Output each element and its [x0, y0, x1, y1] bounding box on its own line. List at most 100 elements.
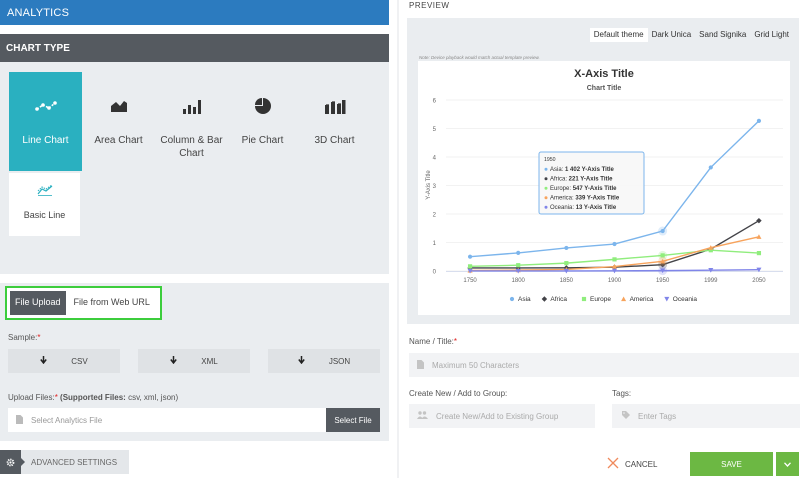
chart-container: X-Axis Title Chart Title Y-Axis Title 0 1…	[418, 61, 790, 315]
required-mark: *	[54, 393, 58, 402]
chart-type-line[interactable]: Line Chart	[9, 72, 82, 171]
required-mark: *	[37, 333, 41, 342]
tooltip-value: 13	[576, 205, 584, 211]
theme-grid-light[interactable]: Grid Light	[750, 28, 793, 42]
tooltip-swatch	[544, 167, 548, 171]
sample-json-button[interactable]: JSON	[268, 349, 380, 373]
legend-label: America	[630, 296, 654, 303]
tooltip-series: America:	[550, 196, 575, 202]
line-chart: X-Axis Title Chart Title Y-Axis Title 0 1…	[426, 68, 783, 303]
sample-label-text: Sample:	[8, 333, 38, 342]
chart-type-area[interactable]: Area Chart	[82, 72, 155, 171]
tab-file-web-url[interactable]: File from Web URL	[69, 291, 155, 315]
legend-marker[interactable]	[509, 296, 515, 302]
chart-type-column-bar[interactable]: Column & Bar Chart	[155, 72, 228, 171]
data-point[interactable]	[516, 263, 521, 268]
tooltip-suffix: Y-Axis Title	[587, 196, 620, 202]
legend-marker[interactable]	[541, 296, 548, 302]
tooltip-row: Europe: 547 Y-Axis Title	[550, 186, 617, 192]
data-point[interactable]	[756, 251, 762, 256]
file-icon	[417, 359, 424, 371]
legend-label: Africa	[550, 296, 567, 303]
tooltip-value: 1 402	[565, 167, 582, 173]
chart-type-title: CHART TYPE	[6, 43, 70, 54]
cancel-button[interactable]: CANCEL	[607, 453, 669, 475]
data-point[interactable]	[467, 254, 473, 259]
y-axis-label: Y-Axis Title	[426, 170, 432, 200]
x-tick-label: 1850	[560, 278, 574, 284]
tooltip-value: 221	[569, 177, 581, 183]
legend-marker[interactable]	[581, 296, 587, 302]
legend-item-america[interactable]: America	[621, 296, 654, 303]
chart-type-3d[interactable]: 3D Chart	[298, 72, 371, 171]
file-placeholder: Select Analytics File	[31, 415, 103, 425]
data-point[interactable]	[467, 264, 473, 269]
chevron-down-icon	[784, 460, 791, 469]
data-point[interactable]	[564, 261, 569, 266]
cancel-label: CANCEL	[625, 459, 658, 469]
preview-note: Note: Device playback would match actual…	[419, 55, 540, 60]
advanced-settings-toggle[interactable]: ADVANCED SETTINGS	[0, 450, 130, 474]
tooltip-header: 1950	[544, 157, 556, 163]
name-title-label: Name / Title:*	[409, 337, 457, 346]
tooltip-series: Asia:	[550, 167, 565, 173]
legend-label: Europe	[590, 296, 611, 303]
theme-default[interactable]: Default theme	[589, 28, 648, 42]
theme-sand-signika[interactable]: Sand Signika	[695, 28, 750, 42]
data-point[interactable]	[660, 228, 665, 234]
sample-json-label: JSON	[328, 356, 351, 366]
save-button[interactable]: SAVE	[690, 452, 773, 476]
name-placeholder: Maximum 50 Characters	[432, 360, 520, 370]
legend-item-asia[interactable]: Asia	[509, 296, 531, 303]
data-point[interactable]	[756, 118, 762, 123]
tags-input[interactable]: Enter Tags	[612, 404, 800, 428]
save-options-dropdown[interactable]	[776, 452, 799, 476]
name-title-input[interactable]: Maximum 50 Characters	[409, 353, 799, 377]
select-file-button[interactable]: Select File	[326, 408, 380, 432]
legend-marker[interactable]	[621, 296, 627, 302]
column-chart-icon	[155, 94, 228, 118]
data-point[interactable]	[708, 165, 713, 170]
legend-label: Asia	[518, 296, 531, 303]
upload-files-text: Upload Files:	[8, 393, 55, 402]
gear-icon	[0, 450, 21, 474]
tab-file-upload[interactable]: File Upload	[10, 291, 66, 315]
supported-files-value: csv, xml, json)	[128, 393, 179, 402]
chart-type-label: 3D Chart	[314, 135, 355, 146]
chart-type-header: CHART TYPE	[0, 34, 389, 62]
left-panel: ANALYTICS CHART TYPE Line Chart Area Cha…	[0, 0, 389, 478]
tooltip-suffix: Y-Axis Title	[580, 177, 613, 183]
right-panel: PREVIEW Default theme Dark Unica Sand Si…	[399, 0, 800, 478]
y-tick-label: 6	[433, 99, 437, 105]
legend-marker[interactable]	[664, 296, 670, 302]
group-placeholder: Create New/Add to Existing Group	[436, 411, 559, 421]
tags-label: Tags:	[612, 389, 632, 398]
chart-type-pie[interactable]: Pie Chart	[226, 72, 299, 171]
data-point[interactable]	[516, 250, 521, 256]
pie-chart-icon	[226, 94, 299, 118]
group-input[interactable]: Create New/Add to Existing Group	[409, 404, 595, 428]
sample-csv-label: CSV	[71, 356, 88, 366]
legend-item-europe[interactable]: Europe	[581, 296, 611, 303]
data-point[interactable]	[612, 241, 617, 247]
sample-csv-button[interactable]: CSV	[8, 349, 120, 373]
app-window: ANALYTICS CHART TYPE Line Chart Area Cha…	[0, 0, 800, 478]
x-tick-label: 2050	[752, 278, 766, 284]
sample-xml-button[interactable]: XML	[138, 349, 250, 373]
tags-placeholder: Enter Tags	[638, 411, 677, 421]
preview-label: PREVIEW	[409, 1, 450, 10]
chart-type-label-block: Column & Bar Chart	[155, 134, 228, 160]
subtype-label: Basic Line	[23, 210, 66, 220]
legend-item-oceania[interactable]: Oceania	[664, 296, 697, 303]
theme-tabs: Default theme Dark Unica Sand Signika Gr…	[589, 28, 793, 42]
analytics-file-input[interactable]: Select Analytics File	[8, 408, 326, 432]
tooltip-series: Europe:	[550, 186, 573, 192]
legend-item-africa[interactable]: Africa	[541, 296, 568, 303]
subtype-basic-line[interactable]: Basic Line	[9, 173, 80, 236]
theme-dark-unica[interactable]: Dark Unica	[648, 28, 696, 42]
tooltip-suffix: Y-Axis Title	[584, 186, 617, 192]
data-point[interactable]	[564, 245, 569, 251]
data-point[interactable]	[612, 257, 617, 262]
tooltip-suffix: Y-Axis Title	[584, 205, 617, 211]
tooltip-suffix: Y-Axis Title	[582, 167, 615, 173]
